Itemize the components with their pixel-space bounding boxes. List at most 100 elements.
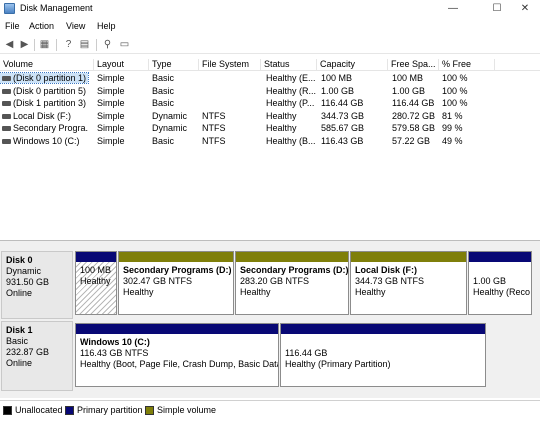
partition-size: 116.44 GB [285, 348, 328, 358]
disk-0-type: Dynamic [6, 266, 42, 276]
primary-partition-bar [281, 324, 485, 334]
volume-name: (Disk 1 partition 3) [0, 98, 88, 108]
disk-1-type: Basic [6, 336, 29, 346]
partition-status: Healthy [123, 287, 154, 297]
menu-help[interactable]: Help [97, 21, 116, 31]
forward-arrow-icon[interactable]: ▶ [18, 39, 31, 51]
disk-0-label[interactable]: Disk 0 Dynamic 931.50 GB Online [1, 251, 73, 319]
legend-primary-partition: Primary partition [77, 405, 143, 415]
volume-capacity: 116.43 GB [321, 135, 364, 146]
volume-layout: Simple [97, 135, 125, 146]
volume-type: Dynamic [152, 110, 188, 121]
partition-name-empty [473, 265, 527, 276]
primary-partition-bar [76, 252, 116, 262]
partition-name: Secondary Programs (D:) [240, 265, 348, 275]
title-bar: Disk Management — ☐ ✕ [0, 0, 540, 17]
partition-name-empty [285, 337, 481, 348]
partition-body: Windows 10 (C:) 116.43 GB NTFS Healthy (… [76, 334, 278, 386]
column-header-capacity[interactable]: Capacity [317, 59, 388, 71]
volume-status: Healthy (R... [266, 85, 317, 96]
properties-icon[interactable]: ▤ [78, 39, 91, 51]
help-icon[interactable]: ? [62, 39, 75, 51]
volume-free-space: 100 MB [392, 73, 424, 83]
volume-file-system: NTFS [202, 135, 226, 146]
disk-1-name: Disk 1 [6, 325, 33, 335]
partition-body: 116.44 GB Healthy (Primary Partition) [281, 334, 485, 386]
column-header-percent-free[interactable]: % Free [439, 59, 495, 71]
disk-0-partition-secondary-programs-2[interactable]: Secondary Programs (D:) 283.20 GB NTFS H… [235, 251, 349, 315]
column-header-type[interactable]: Type [149, 59, 199, 71]
volume-type: Basic [152, 135, 175, 146]
disk-1-partition-windows-10-c[interactable]: Windows 10 (C:) 116.43 GB NTFS Healthy (… [75, 323, 279, 387]
volume-row[interactable]: (Disk 0 partition 1) Simple Basic Health… [0, 72, 540, 85]
partition-size: 1.00 GB [473, 276, 507, 286]
partition-name: Windows 10 (C:) [80, 337, 150, 347]
menu-view[interactable]: View [66, 21, 85, 31]
menu-action[interactable]: Action [29, 21, 54, 31]
volume-name: Secondary Progra... [0, 123, 88, 133]
disk-0-name: Disk 0 [6, 255, 33, 265]
close-button[interactable]: ✕ [510, 0, 540, 17]
volume-list-header: Volume Layout Type File System Status Ca… [0, 58, 540, 71]
volume-status: Healthy [266, 110, 297, 121]
volume-list: Volume Layout Type File System Status Ca… [0, 58, 540, 238]
view-list-icon[interactable]: ▭ [118, 39, 131, 51]
volume-file-system: NTFS [202, 110, 226, 121]
simple-volume-swatch [145, 406, 154, 415]
volume-capacity: 585.67 GB [321, 123, 365, 133]
volume-name: (Disk 0 partition 5) [0, 86, 88, 96]
partition-status: Healthy [355, 287, 386, 297]
volume-layout: Simple [97, 73, 125, 83]
volume-type: Dynamic [152, 123, 188, 133]
volume-status: Healthy (B... [266, 135, 316, 146]
unallocated-swatch [3, 406, 12, 415]
column-header-layout[interactable]: Layout [94, 59, 149, 71]
primary-partition-swatch [65, 406, 74, 415]
disk-0-size: 931.50 GB [6, 277, 50, 287]
show-hide-tree-icon[interactable]: ▦ [38, 39, 51, 51]
volume-layout: Simple [97, 123, 125, 133]
partition-status: Healthy [80, 276, 111, 286]
volume-type: Basic [152, 73, 175, 83]
volume-percent-free: 81 % [442, 110, 463, 121]
disk-0-partition-recovery[interactable]: 1.00 GB Healthy (Reco [468, 251, 532, 315]
disk-0-partition-local-disk-f[interactable]: Local Disk (F:) 344.73 GB NTFS Healthy [350, 251, 467, 315]
partition-body: Local Disk (F:) 344.73 GB NTFS Healthy [351, 262, 466, 314]
disk-graphical-view: Disk 0 Dynamic 931.50 GB Online 100 MB H… [0, 240, 540, 398]
partition-name: Local Disk (F:) [355, 265, 418, 275]
partition-status: Healthy [240, 287, 271, 297]
volume-percent-free: 100 % [442, 98, 468, 108]
volume-free-space: 116.44 GB [392, 98, 435, 108]
volume-type: Basic [152, 85, 175, 96]
maximize-button[interactable]: ☐ [482, 0, 512, 17]
volume-row[interactable]: (Disk 0 partition 5) Simple Basic Health… [0, 85, 540, 98]
volume-free-space: 57.22 GB [392, 135, 431, 146]
disk-1-partition-3[interactable]: 116.44 GB Healthy (Primary Partition) [280, 323, 486, 387]
volume-row[interactable]: Windows 10 (C:) Simple Basic NTFS Health… [0, 135, 540, 148]
volume-free-space: 579.58 GB [392, 123, 436, 133]
disk-0-partition-secondary-programs-1[interactable]: Secondary Programs (D:) 302.47 GB NTFS H… [118, 251, 234, 315]
minimize-button[interactable]: — [438, 0, 468, 17]
disk-1-label[interactable]: Disk 1 Basic 232.87 GB Online [1, 321, 73, 391]
connect-icon[interactable]: ⚲ [101, 39, 114, 51]
volume-capacity: 116.44 GB [321, 98, 364, 108]
toolbar-separator [96, 39, 97, 51]
column-header-file-system[interactable]: File System [199, 59, 261, 71]
partition-size: 100 MB [80, 265, 112, 275]
primary-partition-bar [469, 252, 531, 262]
volume-name: (Disk 0 partition 1) [0, 72, 89, 84]
volume-row[interactable]: (Disk 1 partition 3) Simple Basic Health… [0, 97, 540, 110]
back-arrow-icon[interactable]: ◀ [3, 39, 16, 51]
menu-file[interactable]: File [5, 21, 20, 31]
simple-volume-bar [119, 252, 233, 262]
volume-layout: Simple [97, 85, 125, 96]
partition-size: 283.20 GB NTFS [240, 276, 310, 286]
volume-row[interactable]: Secondary Progra... Simple Dynamic NTFS … [0, 122, 540, 135]
volume-status: Healthy (P... [266, 98, 315, 108]
disk-0-partition-1[interactable]: 100 MB Healthy [75, 251, 117, 315]
column-header-free-space[interactable]: Free Spa... [388, 59, 439, 71]
volume-row[interactable]: Local Disk (F:) Simple Dynamic NTFS Heal… [0, 110, 540, 123]
column-header-volume[interactable]: Volume [0, 59, 94, 71]
volume-percent-free: 100 % [442, 85, 468, 96]
column-header-status[interactable]: Status [261, 59, 317, 71]
